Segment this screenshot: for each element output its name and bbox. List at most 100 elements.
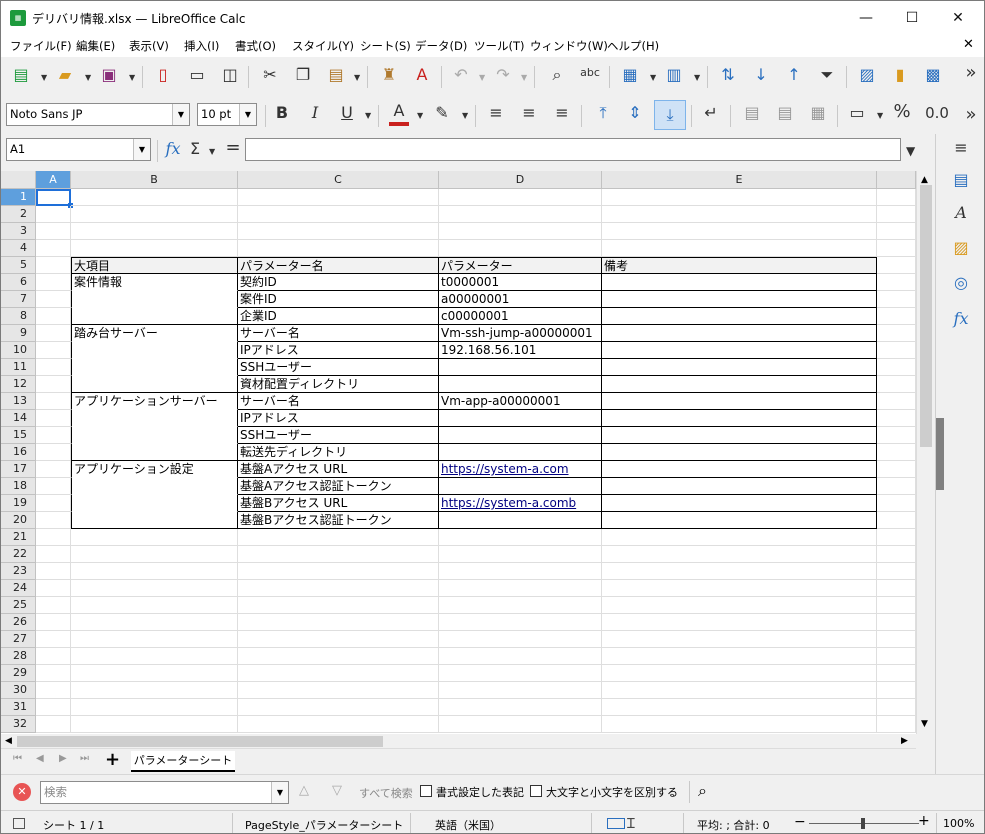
cell-a16[interactable] — [36, 444, 71, 461]
cell-c16[interactable]: 転送先ディレクトリ — [238, 444, 439, 461]
cell-d2[interactable] — [439, 206, 602, 223]
align-center-icon[interactable]: ≡ — [517, 103, 541, 127]
cell-b29[interactable] — [71, 665, 238, 682]
zoom-in-button[interactable]: + — [918, 813, 930, 829]
cell-d28[interactable] — [439, 648, 602, 665]
cell-a30[interactable] — [36, 682, 71, 699]
cell-d6[interactable]: t0000001 — [439, 274, 602, 291]
currency-format-icon[interactable]: ▭ — [845, 103, 869, 127]
column-icon[interactable]: ▥ — [662, 65, 686, 89]
cell-d32[interactable] — [439, 716, 602, 733]
selected-cell-a1[interactable] — [36, 189, 73, 208]
cell-c30[interactable] — [238, 682, 439, 699]
page-style[interactable]: PageStyle_パラメーターシート — [245, 817, 403, 833]
cell-b13[interactable]: アプリケーションサーバー — [71, 393, 238, 410]
cell-a14[interactable] — [36, 410, 71, 427]
cell-a17[interactable] — [36, 461, 71, 478]
cell-e11[interactable] — [602, 359, 877, 376]
cell-d15[interactable] — [439, 427, 602, 444]
cell-d17[interactable]: https://system-a.com — [439, 461, 602, 478]
cell-c32[interactable] — [238, 716, 439, 733]
header-cell-e[interactable]: 備考 — [602, 257, 877, 274]
name-box[interactable]: A1 ▼ — [6, 138, 151, 161]
maximize-button[interactable]: ☐ — [889, 1, 935, 35]
menu-styles[interactable]: スタイル(Y) — [292, 38, 354, 54]
cell-f19[interactable] — [877, 495, 916, 512]
cell-e30[interactable] — [602, 682, 877, 699]
cell-f22[interactable] — [877, 546, 916, 563]
cell-a6[interactable] — [36, 274, 71, 291]
functions-icon[interactable]: fx — [949, 309, 973, 333]
cell-c9[interactable]: サーバー名 — [238, 325, 439, 342]
font-size-combo[interactable]: 10 pt ▼ — [197, 103, 257, 126]
cell-f24[interactable] — [877, 580, 916, 597]
cell-f11[interactable] — [877, 359, 916, 376]
row-header[interactable]: 15 — [1, 427, 36, 444]
cell-f4[interactable] — [877, 240, 916, 257]
cell-d27[interactable] — [439, 631, 602, 648]
percent-format-button[interactable]: % — [890, 102, 914, 126]
row-header[interactable]: 27 — [1, 631, 36, 648]
next-sheet-icon[interactable]: ▶ — [59, 753, 67, 764]
cell-e26[interactable] — [602, 614, 877, 631]
close-find-bar-icon[interactable]: ✕ — [13, 783, 31, 801]
expand-formula-icon[interactable]: ▼ — [906, 144, 915, 158]
cell-f9[interactable] — [877, 325, 916, 342]
cell-d12[interactable] — [439, 376, 602, 393]
row-header[interactable]: 28 — [1, 648, 36, 665]
chevron-down-icon[interactable]: ▼ — [172, 104, 189, 125]
cell-e13[interactable] — [602, 393, 877, 410]
insert-chart-icon[interactable]: ▮ — [888, 65, 912, 89]
cell-c3[interactable] — [238, 223, 439, 240]
chevron-down-icon[interactable]: ▼ — [694, 73, 700, 82]
row-header[interactable]: 29 — [1, 665, 36, 682]
cell-e22[interactable] — [602, 546, 877, 563]
cell-a31[interactable] — [36, 699, 71, 716]
cell-c21[interactable] — [238, 529, 439, 546]
cell-c14[interactable]: IPアドレス — [238, 410, 439, 427]
cell-a28[interactable] — [36, 648, 71, 665]
chevron-down-icon[interactable]: ▼ — [877, 111, 883, 120]
row-header[interactable]: 5 — [1, 257, 36, 274]
cell-b23[interactable] — [71, 563, 238, 580]
cell-d21[interactable] — [439, 529, 602, 546]
row-header[interactable]: 11 — [1, 359, 36, 376]
cell-c20[interactable]: 基盤Bアクセス認証トークン — [238, 512, 439, 529]
cell-d16[interactable] — [439, 444, 602, 461]
row-header[interactable]: 23 — [1, 563, 36, 580]
cell-f26[interactable] — [877, 614, 916, 631]
chevron-down-icon[interactable]: ▼ — [462, 111, 468, 120]
cell-a15[interactable] — [36, 427, 71, 444]
cell-b19[interactable] — [71, 495, 238, 512]
cell-f16[interactable] — [877, 444, 916, 461]
cell-f14[interactable] — [877, 410, 916, 427]
function-wizard-button[interactable]: fx — [161, 139, 185, 163]
chevron-down-icon[interactable]: ▼ — [209, 147, 215, 156]
cell-e2[interactable] — [602, 206, 877, 223]
autofilter-icon[interactable]: ⏷ — [815, 65, 839, 89]
cell-d14[interactable] — [439, 410, 602, 427]
scroll-right-icon[interactable]: ▶ — [901, 736, 908, 746]
column-header-c[interactable]: C — [238, 171, 439, 189]
cell-c27[interactable] — [238, 631, 439, 648]
cell-b16[interactable] — [71, 444, 238, 461]
cell-f5[interactable] — [877, 257, 916, 274]
cell-b20[interactable] — [71, 512, 238, 529]
chevron-down-icon[interactable]: ▼ — [354, 73, 360, 82]
cell-e10[interactable] — [602, 342, 877, 359]
vertical-scroll-thumb[interactable] — [920, 185, 932, 447]
save-icon[interactable]: ▣ — [97, 65, 121, 89]
row-header[interactable]: 16 — [1, 444, 36, 461]
properties-icon[interactable]: ▤ — [949, 170, 973, 194]
cell-f28[interactable] — [877, 648, 916, 665]
column-header-e[interactable]: E — [602, 171, 877, 189]
cell-c26[interactable] — [238, 614, 439, 631]
chevron-down-icon[interactable]: ▼ — [85, 73, 91, 82]
cell-a4[interactable] — [36, 240, 71, 257]
row-header[interactable]: 25 — [1, 597, 36, 614]
cell-b28[interactable] — [71, 648, 238, 665]
cell-b27[interactable] — [71, 631, 238, 648]
cell-f6[interactable] — [877, 274, 916, 291]
cell-b1[interactable] — [71, 189, 238, 206]
cell-a3[interactable] — [36, 223, 71, 240]
